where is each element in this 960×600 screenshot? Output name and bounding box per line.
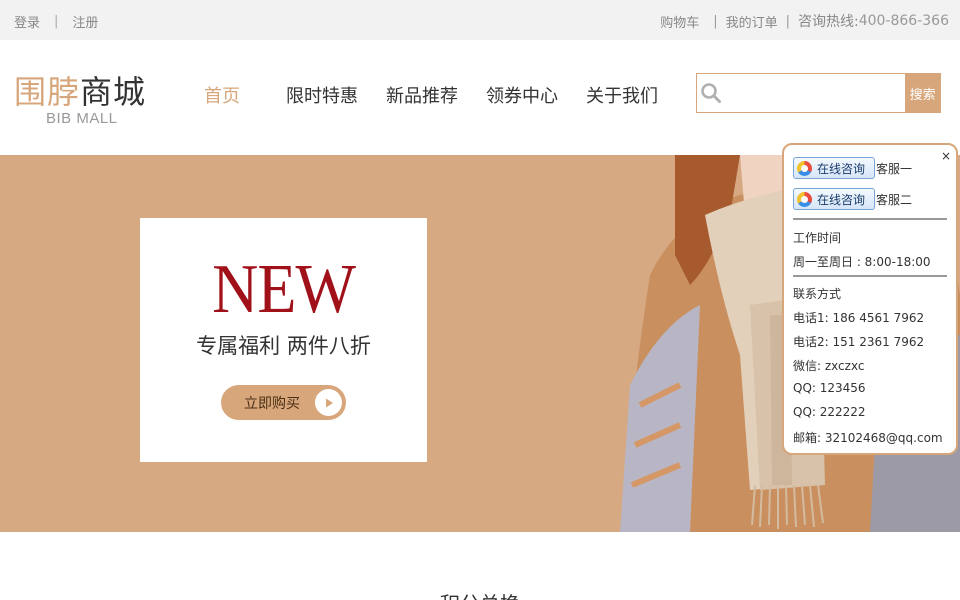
email: 邮箱: 32102468@qq.com — [793, 431, 943, 445]
login-link[interactable]: 登录 — [14, 12, 40, 31]
main-nav: 首页 限时特惠 新品推荐 领券中心 关于我们 — [204, 82, 686, 108]
online-chat-label: 在线咨询 — [817, 161, 866, 176]
search-button[interactable]: 搜索 — [905, 74, 940, 112]
promo-card: NEW 专属福利 两件八折 立即购买 — [140, 218, 427, 462]
contact-title: 联系方式 — [793, 287, 842, 301]
hotline-label: 咨询热线: — [798, 14, 859, 30]
chat-logo-icon — [797, 160, 812, 176]
agent-row: 在线咨询 客服二 — [793, 188, 912, 210]
agent-name: 客服一 — [876, 161, 913, 176]
logo-subtitle: BIB MALL — [46, 110, 118, 127]
online-chat-button[interactable]: 在线咨询 — [793, 188, 875, 210]
nav-flash-sale[interactable]: 限时特惠 — [286, 82, 358, 108]
work-time: 周一至周日 : 8:00-18:00 — [793, 255, 931, 269]
top-bar: 登录 | 注册 购物车 | 我的订单 | 咨询热线: 400-866-366 — [0, 0, 960, 40]
chat-logo-icon — [797, 191, 812, 207]
divider — [793, 275, 947, 277]
orders-link[interactable]: 我的订单 — [726, 12, 778, 31]
nav-home[interactable]: 首页 — [204, 82, 240, 108]
work-time-title: 工作时间 — [793, 231, 842, 245]
qq-2: QQ: 222222 — [793, 405, 866, 419]
wechat: 微信: zxczxc — [793, 359, 865, 373]
search-input[interactable] — [725, 74, 906, 112]
divider — [793, 218, 947, 220]
customer-service-panel: × 在线咨询 客服一 在线咨询 客服二 工作时间 周一至周日 : 8:00-18… — [782, 143, 958, 455]
phone-1: 电话1: 186 4561 7962 — [793, 311, 925, 325]
search-icon — [697, 74, 725, 112]
nav-about-us[interactable]: 关于我们 — [586, 82, 658, 108]
hotline-number: 400-866-366 — [858, 13, 949, 29]
qq-1: QQ: 123456 — [793, 381, 866, 395]
topbar-right: 购物车 | 我的订单 | 咨询热线: 400-866-366 — [660, 11, 949, 31]
register-link[interactable]: 注册 — [72, 12, 98, 31]
promo-tagline: 专属福利 两件八折 — [196, 334, 371, 358]
divider: | — [713, 13, 718, 29]
agent-row: 在线咨询 客服一 — [793, 157, 912, 179]
cart-link[interactable]: 购物车 — [660, 12, 699, 31]
site-header: 围脖商城 BIB MALL 首页 限时特惠 新品推荐 领券中心 关于我们 搜索 — [0, 40, 960, 155]
logo-title-part2: 商城 — [80, 73, 147, 111]
buy-now-label: 立即购买 — [244, 395, 300, 412]
section-title: 积分兑换 — [0, 588, 960, 600]
search-box: 搜索 — [696, 73, 941, 113]
play-arrow-icon — [315, 389, 342, 416]
online-chat-button[interactable]: 在线咨询 — [793, 157, 875, 179]
nav-coupon-center[interactable]: 领券中心 — [486, 82, 558, 108]
logo[interactable]: 围脖商城 BIB MALL — [14, 74, 154, 127]
divider: | — [785, 13, 790, 29]
divider: | — [54, 14, 59, 29]
logo-title: 围脖商城 — [14, 74, 154, 110]
phone-2: 电话2: 151 2361 7962 — [793, 335, 925, 349]
close-icon[interactable]: × — [941, 149, 951, 163]
buy-now-button[interactable]: 立即购买 — [221, 385, 346, 420]
account-links: 登录 | 注册 — [14, 12, 98, 31]
new-heading: NEW — [212, 249, 356, 328]
nav-new-arrivals[interactable]: 新品推荐 — [386, 82, 458, 108]
agent-name: 客服二 — [876, 192, 913, 207]
logo-title-part1: 围脖 — [14, 73, 81, 111]
online-chat-label: 在线咨询 — [817, 192, 866, 207]
